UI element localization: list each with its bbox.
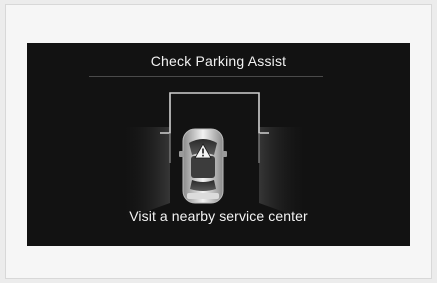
sensor-zone-outline: [160, 92, 269, 134]
car-top-view-icon: [179, 128, 227, 204]
right-sensor-zone: [259, 127, 309, 221]
left-sensor-zone: [120, 127, 170, 221]
service-message: Visit a nearby service center: [129, 208, 308, 224]
cluster-display: Check Parking Assist Visit a nearby serv…: [27, 43, 410, 246]
page: Check Parking Assist Visit a nearby serv…: [0, 0, 437, 283]
